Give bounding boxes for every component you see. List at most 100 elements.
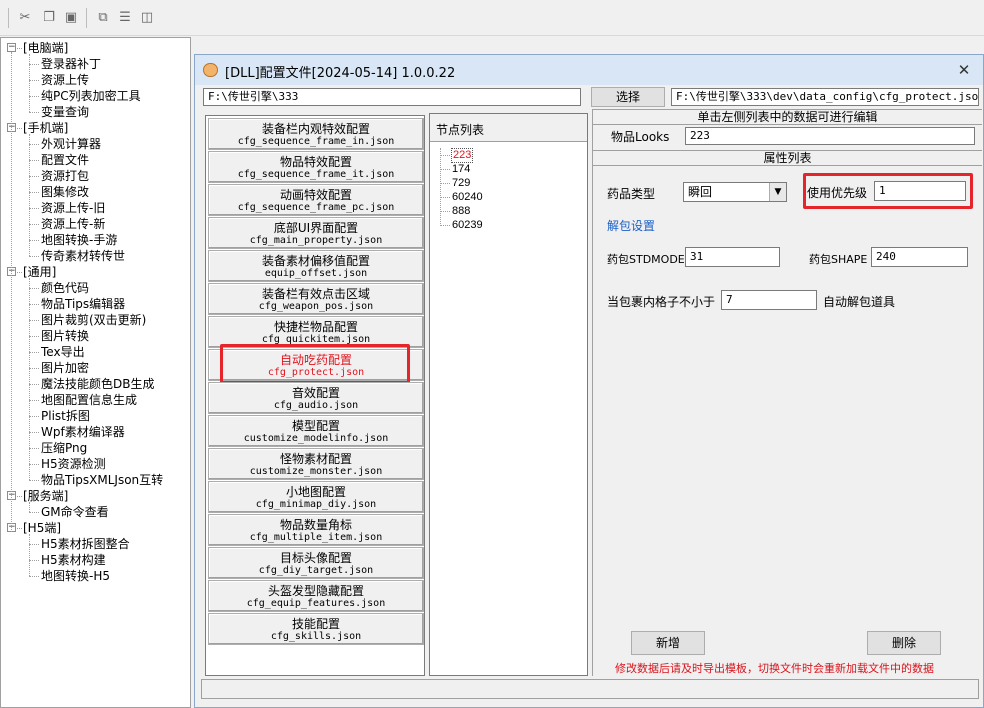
config-name: 物品数量角标 <box>279 518 352 532</box>
tree-connector <box>440 148 441 226</box>
tree-connector <box>29 432 39 433</box>
tree-item[interactable]: 资源上传-新 <box>41 216 105 232</box>
copy-icon[interactable]: ❐ <box>40 9 58 27</box>
tree-connector <box>29 512 39 513</box>
config-button[interactable]: 头盔发型隐藏配置 cfg_equip_features.json <box>208 580 424 612</box>
root-path-input[interactable]: F:\传世引擎\333 <box>203 88 581 106</box>
add-button[interactable]: 新增 <box>631 631 705 655</box>
config-name: 小地图配置 <box>285 485 346 499</box>
tree-item[interactable]: 物品TipsXMLJson互转 <box>41 472 163 488</box>
tree-item[interactable]: 图片加密 <box>41 360 89 376</box>
tree-item[interactable]: 魔法技能颜色DB生成 <box>41 376 154 392</box>
tree-connector <box>440 197 450 198</box>
tree-connector <box>29 534 30 576</box>
config-file-list: 装备栏内观特效配置 cfg_sequence_frame_in.json 物品特效配… <box>205 115 425 676</box>
config-button[interactable]: 装备素材偏移值配置 equip_offset.json <box>208 250 424 282</box>
shape-input[interactable]: 240 <box>871 247 968 267</box>
looks-input[interactable]: 223 <box>685 127 975 145</box>
tree-item[interactable]: GM命令查看 <box>41 504 109 520</box>
tree-item[interactable]: 纯PC列表加密工具 <box>41 88 141 104</box>
priority-input[interactable]: 1 <box>874 181 966 201</box>
tree-connector <box>29 160 39 161</box>
tile-vertical-icon[interactable]: ◫ <box>138 9 156 27</box>
tree-item[interactable]: 颜色代码 <box>41 280 89 296</box>
config-button[interactable]: 怪物素材配置 customize_monster.json <box>208 448 424 480</box>
tree-item[interactable]: 地图转换-手游 <box>41 232 117 248</box>
tree-item[interactable]: H5素材拆图整合 <box>41 536 130 552</box>
tree-group[interactable]: [通用] <box>23 264 56 280</box>
tree-item[interactable]: Tex导出 <box>41 344 85 360</box>
config-filename: cfg_sequence_frame_it.json <box>237 169 395 180</box>
node-item[interactable]: 729 <box>452 177 470 190</box>
tree-item[interactable]: 地图配置信息生成 <box>41 392 137 408</box>
tree-connector <box>29 560 39 561</box>
config-button[interactable]: 音效配置 cfg_audio.json <box>208 382 424 414</box>
tree-connector <box>29 464 39 465</box>
tree-item[interactable]: H5素材构建 <box>41 552 106 568</box>
chevron-down-icon[interactable]: ▼ <box>769 183 786 201</box>
tree-item[interactable]: 图片转换 <box>41 328 89 344</box>
paste-icon[interactable]: ▣ <box>62 9 80 27</box>
tree-item[interactable]: 地图转换-H5 <box>41 568 110 584</box>
node-item[interactable]: 60239 <box>452 219 483 232</box>
tree-expander-icon[interactable]: − <box>7 43 16 52</box>
close-icon[interactable]: ✕ <box>953 60 975 80</box>
config-button[interactable]: 装备栏有效点击区域 cfg_weapon_pos.json <box>208 283 424 315</box>
config-button[interactable]: 技能配置 cfg_skills.json <box>208 613 424 645</box>
tree-item[interactable]: 变量查询 <box>41 104 89 120</box>
delete-button[interactable]: 删除 <box>867 631 941 655</box>
tree-item[interactable]: 外观计算器 <box>41 136 101 152</box>
med-type-select[interactable]: 瞬回 ▼ <box>683 182 787 202</box>
select-button[interactable]: 选择 <box>591 87 665 107</box>
selected-config-highlight <box>220 344 410 384</box>
node-item[interactable]: 888 <box>452 205 470 218</box>
config-button[interactable]: 装备栏内观特效配置 cfg_sequence_frame_in.json <box>208 118 424 150</box>
config-button[interactable]: 底部UI界面配置 cfg_main_property.json <box>208 217 424 249</box>
config-button[interactable]: 模型配置 customize_modelinfo.json <box>208 415 424 447</box>
window-titlebar[interactable]: [DLL]配置文件[2024-05-14] 1.0.0.22 ✕ <box>195 55 983 85</box>
tree-item[interactable]: H5资源检测 <box>41 456 106 472</box>
config-path-input[interactable]: F:\传世引擎\333\dev\data_config\cfg_protect.… <box>671 88 979 106</box>
tree-item[interactable]: 物品Tips编辑器 <box>41 296 125 312</box>
config-window: [DLL]配置文件[2024-05-14] 1.0.0.22 ✕ F:\传世引擎… <box>194 54 984 708</box>
tree-item[interactable]: 传奇素材转传世 <box>41 248 125 264</box>
config-button[interactable]: 目标头像配置 cfg_diy_target.json <box>208 547 424 579</box>
tree-item[interactable]: 资源上传 <box>41 72 89 88</box>
cascade-icon[interactable]: ⧉ <box>94 9 112 27</box>
tree-item[interactable]: 配置文件 <box>41 152 89 168</box>
config-filename: customize_monster.json <box>249 466 383 477</box>
node-item[interactable]: 174 <box>452 163 470 176</box>
config-button[interactable]: 动画特效配置 cfg_sequence_frame_pc.json <box>208 184 424 216</box>
tree-connector <box>29 256 39 257</box>
node-list-header: 节点列表 <box>430 114 587 142</box>
tree-connector <box>29 480 39 481</box>
tree-connector <box>29 96 39 97</box>
tree-connector <box>29 224 39 225</box>
config-button[interactable]: 物品数量角标 cfg_multiple_item.json <box>208 514 424 546</box>
tree-connector <box>29 368 39 369</box>
attr-list-title: 属性列表 <box>593 150 982 166</box>
node-item[interactable]: 60240 <box>452 191 483 204</box>
slots-input[interactable]: 7 <box>721 290 817 310</box>
tree-item[interactable]: 资源打包 <box>41 168 89 184</box>
config-name: 模型配置 <box>291 419 340 433</box>
tree-item[interactable]: 压缩Png <box>41 440 87 456</box>
config-name: 技能配置 <box>291 617 340 631</box>
node-item[interactable]: 223 <box>450 148 474 163</box>
tile-horizontal-icon[interactable]: ☰ <box>116 9 134 27</box>
cut-icon[interactable]: ✂ <box>16 9 34 27</box>
config-button[interactable]: 小地图配置 cfg_minimap_diy.json <box>208 481 424 513</box>
config-filename: cfg_weapon_pos.json <box>258 301 374 312</box>
tree-item[interactable]: 图片裁剪(双击更新) <box>41 312 146 328</box>
tree-item[interactable]: 图集修改 <box>41 184 89 200</box>
config-button[interactable]: 物品特效配置 cfg_sequence_frame_it.json <box>208 151 424 183</box>
tree-item[interactable]: Wpf素材编译器 <box>41 424 125 440</box>
config-filename: cfg_diy_target.json <box>258 565 374 576</box>
config-filename: equip_offset.json <box>264 268 368 279</box>
tree-item[interactable]: 登录器补丁 <box>41 56 101 72</box>
config-name: 头盔发型隐藏配置 <box>267 584 364 598</box>
stdmode-input[interactable]: 31 <box>685 247 780 267</box>
tree-item[interactable]: 资源上传-旧 <box>41 200 105 216</box>
unpack-settings-link[interactable]: 解包设置 <box>607 217 655 234</box>
tree-item[interactable]: Plist拆图 <box>41 408 90 424</box>
